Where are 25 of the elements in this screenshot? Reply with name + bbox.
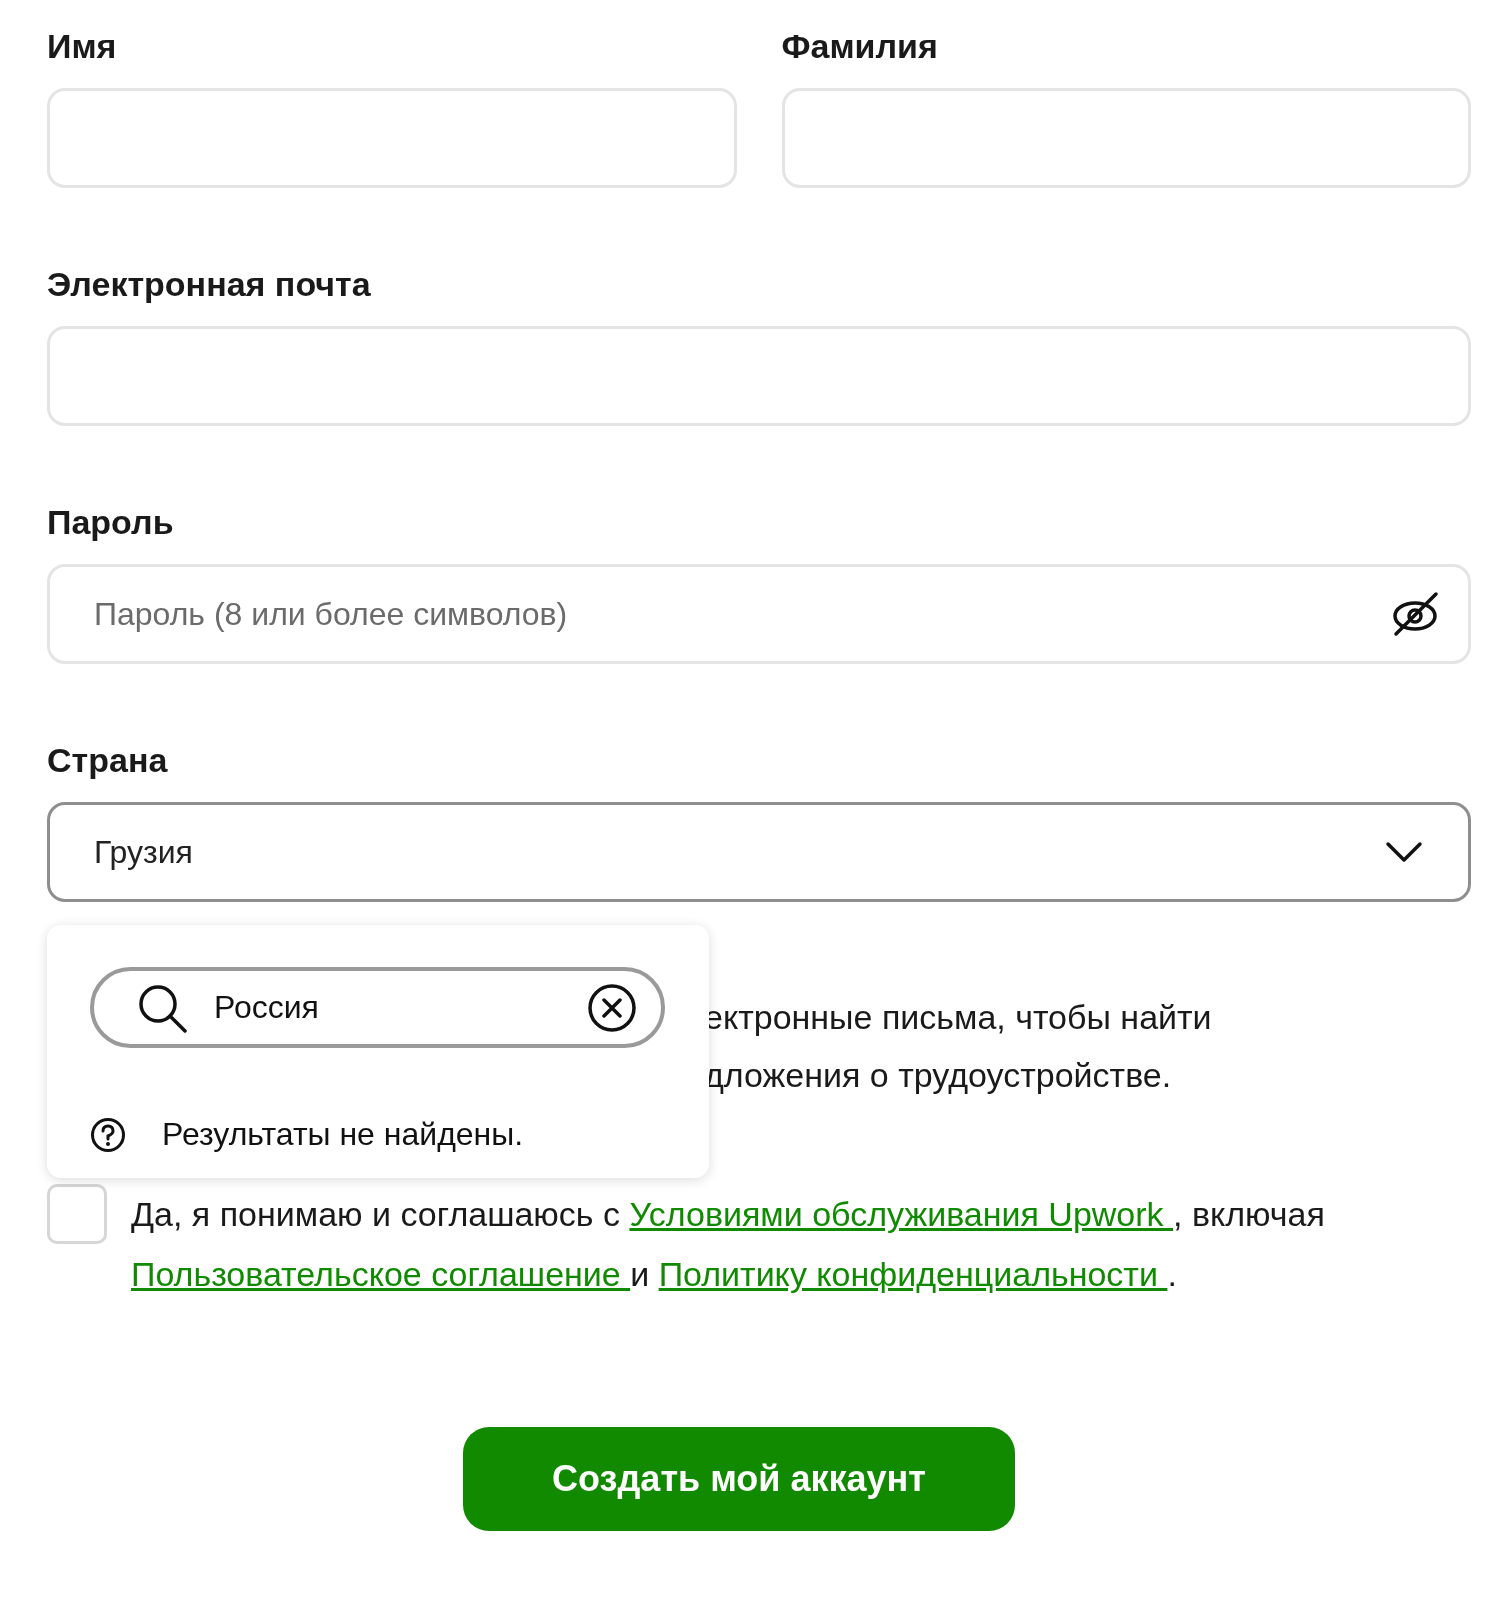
search-field[interactable]: Россия (90, 967, 665, 1048)
consent-text: дложения о трудоустройстве. (704, 1055, 1172, 1096)
checkbox[interactable] (47, 1184, 107, 1244)
field-label: Имя (47, 26, 117, 66)
field-label: Страна (47, 740, 168, 780)
input-field[interactable] (781, 88, 1471, 188)
field-label: Пароль (47, 502, 174, 542)
search-text: Россия (214, 989, 320, 1026)
clear-icon[interactable] (587, 982, 637, 1033)
link[interactable]: Условиями обслуживания Upwork (629, 1195, 1174, 1233)
placeholder-text: Пароль (8 или более символов) (94, 595, 568, 633)
help-icon (90, 1116, 126, 1153)
input-field[interactable] (47, 88, 737, 188)
consent-text: ектронные письма, чтобы найти (704, 997, 1212, 1038)
no-results-text: Результаты не найдены. (162, 1116, 524, 1153)
create-account-button[interactable]: Создать мой аккаунт (463, 1427, 1015, 1531)
email-field[interactable] (47, 326, 1471, 426)
link[interactable]: Пользовательское соглашение (131, 1255, 631, 1293)
country-select[interactable]: Грузия (47, 802, 1471, 902)
password-field[interactable]: Пароль (8 или более символов) (47, 564, 1471, 664)
field-label: Фамилия (781, 26, 938, 66)
chevron-down-icon (1384, 840, 1424, 864)
link[interactable]: Политику конфиденциальности (658, 1255, 1168, 1293)
terms-text: Да, я понимаю и соглашаюсь с Условиями обслуживания Upwork , включая Пользовательское соглашение и Политику конфиденциальности . (131, 1194, 1326, 1295)
field-label: Электронная почта (47, 264, 371, 304)
